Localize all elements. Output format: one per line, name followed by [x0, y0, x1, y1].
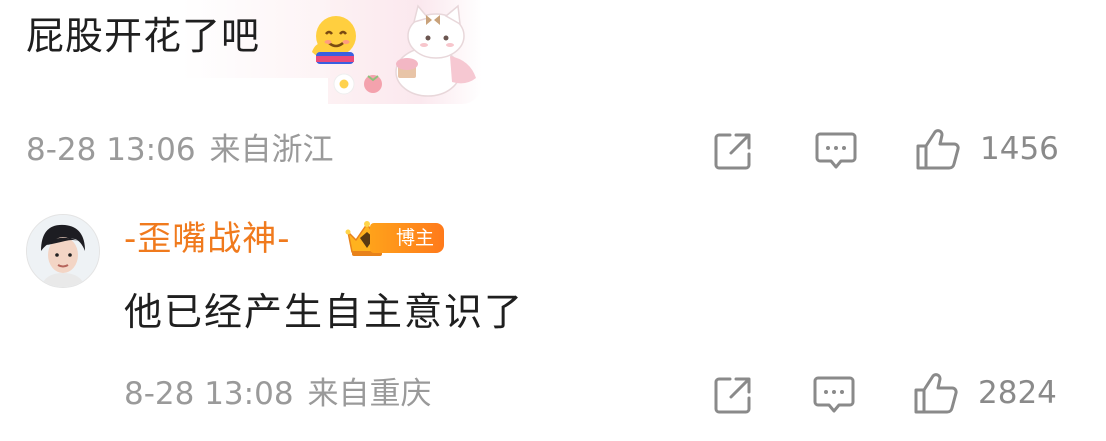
- comment-time: 8-28 13:08: [124, 376, 294, 412]
- reply-button[interactable]: [812, 374, 856, 416]
- hug-emoji: [306, 12, 362, 68]
- share-button[interactable]: [712, 130, 754, 172]
- like-button[interactable]: 1456: [914, 126, 1059, 172]
- like-button[interactable]: 2824: [912, 370, 1057, 416]
- like-count: 1456: [980, 131, 1059, 167]
- comment-text: 他已经产生自主意识了: [124, 290, 525, 334]
- comment-time: 8-28 13:06: [26, 132, 196, 168]
- badge-label: 博主: [370, 223, 445, 253]
- comment-meta: 8-28 13:08 来自重庆: [124, 374, 432, 414]
- reply-button[interactable]: [814, 130, 858, 172]
- share-icon: [714, 377, 751, 414]
- comment-icon: [815, 132, 857, 169]
- avatar[interactable]: [26, 214, 100, 288]
- blogger-badge: 博主: [344, 218, 445, 258]
- comment-location: 来自重庆: [307, 376, 432, 412]
- comment-text: 屁股开花了吧: [26, 14, 261, 58]
- thumbs-up-icon: [916, 129, 960, 170]
- username[interactable]: -歪嘴战神-: [124, 216, 291, 262]
- comment-thread: 屁股开花了吧 8-28 13:06 来自浙江 1456 -歪嘴战神- 博主 他已…: [0, 0, 1106, 441]
- share-button[interactable]: [712, 374, 754, 416]
- thumbs-up-icon: [914, 373, 958, 414]
- share-icon: [714, 133, 751, 170]
- comment-location: 来自浙江: [209, 132, 334, 168]
- comment-icon: [813, 376, 855, 413]
- like-count: 2824: [978, 375, 1057, 411]
- comment-meta: 8-28 13:06 来自浙江: [26, 130, 334, 170]
